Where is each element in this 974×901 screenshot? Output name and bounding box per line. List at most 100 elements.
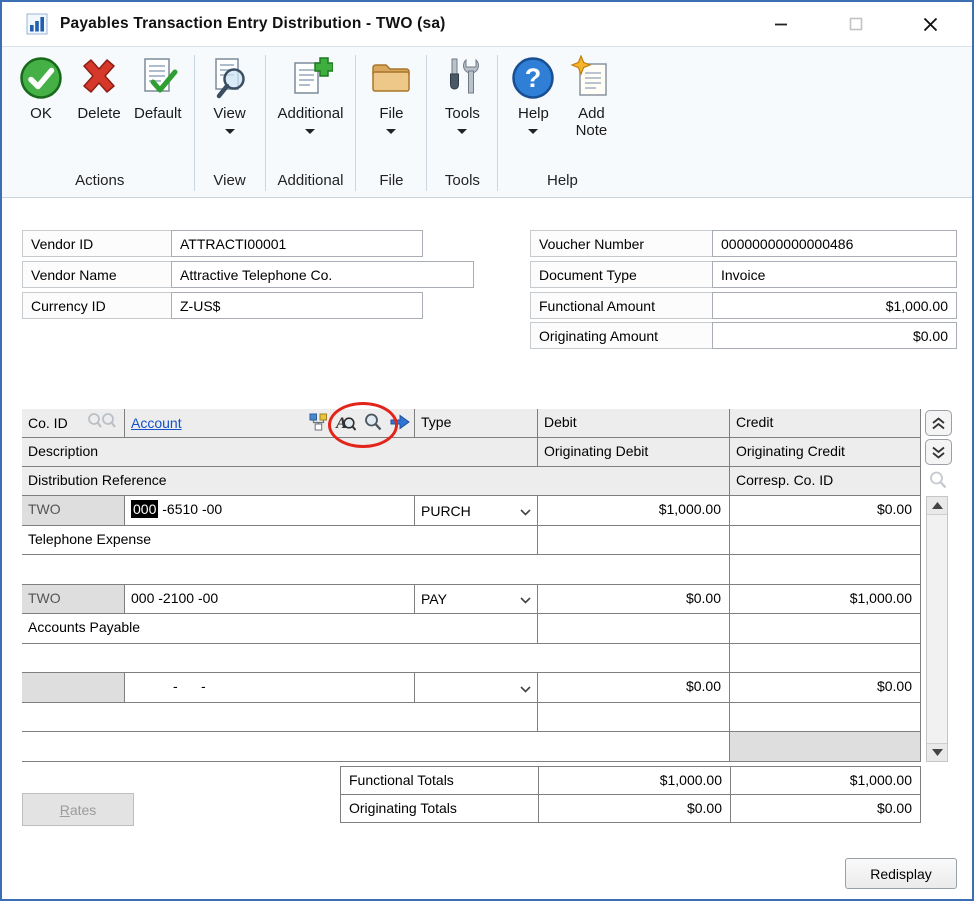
account-segment-rest: -6510 -00 [158, 501, 222, 517]
payables-distribution-window: Payables Transaction Entry Distribution … [0, 0, 974, 901]
toolbar: OK Delete [2, 46, 972, 198]
find-account-icon[interactable]: A [335, 412, 356, 435]
tools-button-label: Tools [445, 106, 480, 123]
group-label-help: Help [504, 170, 620, 197]
toolbar-separator [497, 55, 498, 191]
add-note-button[interactable]: Add Note [562, 49, 620, 140]
additional-icon [287, 55, 333, 101]
header-originating-debit: Originating Debit [538, 438, 730, 467]
vendor-id-field[interactable]: ATTRACTI00001 [171, 230, 423, 257]
originating-credit-cell [730, 526, 921, 555]
lookup-icon[interactable] [363, 412, 383, 435]
additional-button[interactable]: Additional [272, 49, 350, 134]
functional-total-credit: $1,000.00 [730, 766, 921, 795]
currency-id-field[interactable]: Z-US$ [171, 292, 423, 319]
toolbar-group-actions: OK Delete [12, 49, 188, 197]
account-value: - - [173, 678, 206, 694]
functional-amount-field: $1,000.00 [712, 292, 957, 319]
close-button[interactable] [893, 2, 968, 46]
originating-total-debit: $0.00 [538, 794, 731, 823]
header-distribution-reference: Distribution Reference [22, 467, 730, 496]
debit-cell[interactable]: $0.00 [538, 673, 730, 703]
document-type-field: Invoice [712, 261, 957, 288]
delete-button-label: Delete [77, 106, 120, 123]
distribution-reference-cell[interactable] [22, 644, 730, 673]
header-co-id: Co. ID [22, 409, 125, 438]
maximize-button[interactable] [818, 2, 893, 46]
window-title: Payables Transaction Entry Distribution … [60, 15, 446, 33]
credit-cell[interactable]: $1,000.00 [730, 585, 921, 614]
delete-icon [76, 55, 122, 101]
toolbar-group-additional: Additional Additional [272, 49, 350, 197]
help-button[interactable]: ? Help [504, 49, 562, 134]
co-id-lookup-icons [86, 412, 120, 434]
header-account: Account A [125, 409, 415, 438]
account-value: 000 -2100 -00 [131, 590, 218, 606]
description-cell[interactable]: Accounts Payable [22, 614, 538, 644]
debit-cell[interactable]: $0.00 [538, 585, 730, 614]
originating-debit-cell [538, 614, 730, 644]
view-button[interactable]: View [201, 49, 259, 134]
distribution-reference-cell[interactable] [22, 555, 730, 585]
redisplay-button-label: Redisplay [870, 866, 931, 882]
originating-amount-field: $0.00 [712, 322, 957, 349]
account-expand-arrow-icon[interactable] [390, 414, 410, 433]
vendor-name-label: Vendor Name [22, 261, 172, 288]
rates-button[interactable]: Rates [22, 793, 134, 826]
account-cell[interactable]: 000 -2100 -00 [125, 585, 415, 614]
expand-rows-button[interactable] [925, 439, 952, 465]
file-button[interactable]: File [362, 49, 420, 134]
description-cell [22, 703, 538, 732]
debit-cell[interactable]: $1,000.00 [538, 496, 730, 526]
description-cell[interactable]: Telephone Expense [22, 526, 538, 555]
credit-cell[interactable]: $0.00 [730, 496, 921, 526]
toolbar-group-help: ? Help Add Note [504, 49, 620, 197]
ok-button-label: OK [30, 106, 52, 123]
corresp-co-id-cell [730, 644, 921, 673]
type-combo[interactable]: PAY [415, 585, 538, 614]
delete-button[interactable]: Delete [70, 49, 128, 123]
help-button-label: Help [518, 106, 549, 123]
account-cell[interactable]: 000 -6510 -00 [125, 496, 415, 526]
scroll-up-button[interactable] [927, 497, 947, 515]
group-label-view: View [201, 170, 259, 197]
toolbar-separator [265, 55, 266, 191]
header-credit: Credit [730, 409, 921, 438]
grid-scrollbar[interactable] [926, 496, 948, 762]
co-id-cell [22, 673, 125, 703]
toolbar-group-view: View View [201, 49, 259, 197]
account-segments-icon[interactable] [309, 413, 328, 434]
corresp-co-id-cell [730, 732, 921, 762]
originating-debit-cell [538, 703, 730, 732]
type-combo[interactable] [415, 673, 538, 703]
add-note-button-label: Add Note [568, 106, 614, 140]
file-icon [368, 55, 414, 101]
ok-button[interactable]: OK [12, 49, 70, 123]
redisplay-button[interactable]: Redisplay [845, 858, 957, 889]
account-link[interactable]: Account [131, 415, 182, 431]
help-icon: ? [510, 55, 556, 101]
default-button[interactable]: Default [128, 49, 188, 123]
scroll-down-button[interactable] [927, 743, 947, 761]
toolbar-separator [194, 55, 195, 191]
originating-total-credit: $0.00 [730, 794, 921, 823]
functional-amount-label: Functional Amount [530, 292, 713, 319]
co-id-cell: TWO [22, 496, 125, 526]
distribution-reference-cell [22, 732, 730, 762]
type-combo[interactable]: PURCH [415, 496, 538, 526]
account-cell[interactable]: - - [125, 673, 415, 703]
collapse-rows-button[interactable] [925, 410, 952, 436]
header-corresp-co-id: Corresp. Co. ID [730, 467, 921, 496]
svg-text:?: ? [525, 63, 542, 93]
chevron-down-icon [520, 680, 531, 696]
credit-cell[interactable]: $0.00 [730, 673, 921, 703]
vendor-name-field: Attractive Telephone Co. [171, 261, 474, 288]
tools-button[interactable]: Tools [433, 49, 491, 134]
header-type: Type [415, 409, 538, 438]
account-segment-selected: 000 [131, 500, 158, 518]
chevron-down-icon [520, 591, 531, 607]
originating-credit-cell [730, 703, 921, 732]
tools-icon [439, 55, 485, 101]
group-label-file: File [362, 170, 420, 197]
minimize-button[interactable] [743, 2, 818, 46]
